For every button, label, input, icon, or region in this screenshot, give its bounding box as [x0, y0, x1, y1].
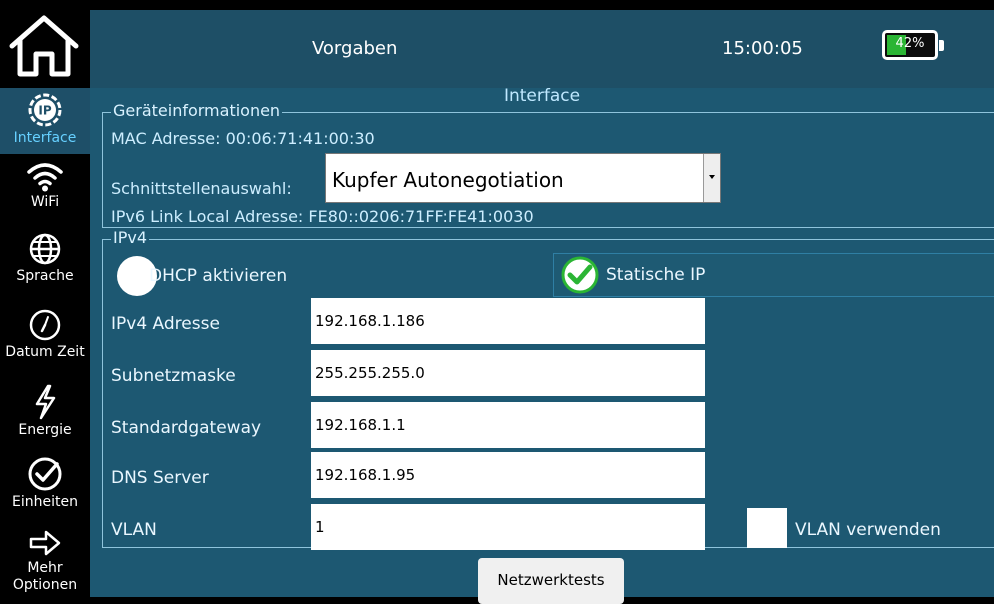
interface-select-label: Schnittstellenauswahl:: [111, 179, 292, 198]
sidebar-item-label: Datum Zeit: [5, 344, 85, 360]
check-circle-icon: [561, 256, 599, 294]
interface-select-value: Kupfer Autonegotiation: [332, 168, 564, 192]
sidebar-item-label: Interface: [13, 130, 77, 146]
battery-icon: 42%: [882, 30, 944, 60]
header-bar: Vorgaben 15:00:05 42%: [90, 10, 994, 88]
ipv4-group: IPv4 DHCP aktivieren Statische IP IPv4 A…: [102, 228, 994, 550]
subnet-mask-input[interactable]: 255.255.255.0: [311, 350, 705, 396]
page-title: Vorgaben: [312, 38, 398, 59]
sidebar-item-wifi[interactable]: WiFi: [0, 160, 90, 220]
mac-address: MAC Adresse: 00:06:71:41:00:30: [111, 129, 375, 148]
static-ip-label: Statische IP: [606, 265, 706, 285]
sidebar-item-label: Mehr Optionen: [12, 560, 78, 593]
sidebar-item-mehr-optionen[interactable]: Mehr Optionen: [0, 528, 90, 597]
ipv4-address-input[interactable]: 192.168.1.186: [311, 298, 705, 344]
static-ip-radio[interactable]: Statische IP: [553, 253, 994, 297]
ipv6-link-local: IPv6 Link Local Adresse: FE80::0206:71FF…: [111, 207, 534, 226]
home-icon[interactable]: [6, 14, 82, 78]
check-circle-icon: [28, 457, 62, 491]
vlan-input[interactable]: 1: [311, 504, 705, 550]
sidebar-item-sprache[interactable]: Sprache: [0, 232, 90, 298]
vlan-label: VLAN: [111, 520, 157, 540]
sidebar-item-datum-zeit[interactable]: Datum Zeit: [0, 308, 90, 374]
clock-icon: [29, 309, 61, 341]
sidebar-item-label: Einheiten: [12, 494, 78, 510]
ipv4-address-label: IPv4 Adresse: [111, 314, 220, 334]
lightning-icon: [35, 384, 56, 420]
vlan-use-label: VLAN verwenden: [795, 520, 941, 540]
network-tests-button[interactable]: Netzwerktests: [478, 558, 624, 604]
dns-server-input[interactable]: 192.168.1.95: [311, 452, 705, 498]
dns-server-label: DNS Server: [111, 468, 209, 488]
gateway-label: Standardgateway: [111, 418, 262, 438]
main-panel: Interface Geräteinformationen MAC Adress…: [90, 86, 994, 604]
arrow-right-icon: [29, 530, 61, 556]
chevron-down-icon[interactable]: [703, 154, 720, 202]
battery-percent: 42%: [895, 36, 925, 51]
globe-icon: [29, 233, 61, 265]
sidebar-item-interface[interactable]: IP Interface: [0, 88, 90, 154]
device-info-legend: Geräteinformationen: [111, 101, 283, 120]
clock-time: 15:00:05: [722, 38, 803, 59]
interface-select[interactable]: Kupfer Autonegotiation: [325, 153, 721, 203]
sidebar-item-label: Energie: [18, 422, 72, 438]
sidebar-item-energie[interactable]: Energie: [0, 384, 90, 450]
sidebar-item-label: Sprache: [16, 268, 74, 284]
screen: IP Interface WiFi Sprache Datum Zeit Ene…: [0, 0, 994, 604]
device-info-group: Geräteinformationen MAC Adresse: 00:06:7…: [102, 101, 994, 228]
vlan-use-checkbox[interactable]: [747, 508, 787, 548]
dhcp-label: DHCP aktivieren: [149, 266, 288, 286]
svg-text:IP: IP: [38, 104, 51, 118]
sidebar-item-label: WiFi: [30, 194, 60, 210]
wifi-icon: [27, 163, 63, 192]
sidebar: IP Interface WiFi Sprache Datum Zeit Ene…: [0, 0, 90, 597]
subnet-mask-label: Subnetzmaske: [111, 366, 236, 386]
ipv4-legend: IPv4: [111, 228, 150, 247]
sidebar-item-einheiten[interactable]: Einheiten: [0, 456, 90, 522]
gateway-input[interactable]: 192.168.1.1: [311, 402, 705, 448]
ip-icon: IP: [28, 93, 62, 127]
